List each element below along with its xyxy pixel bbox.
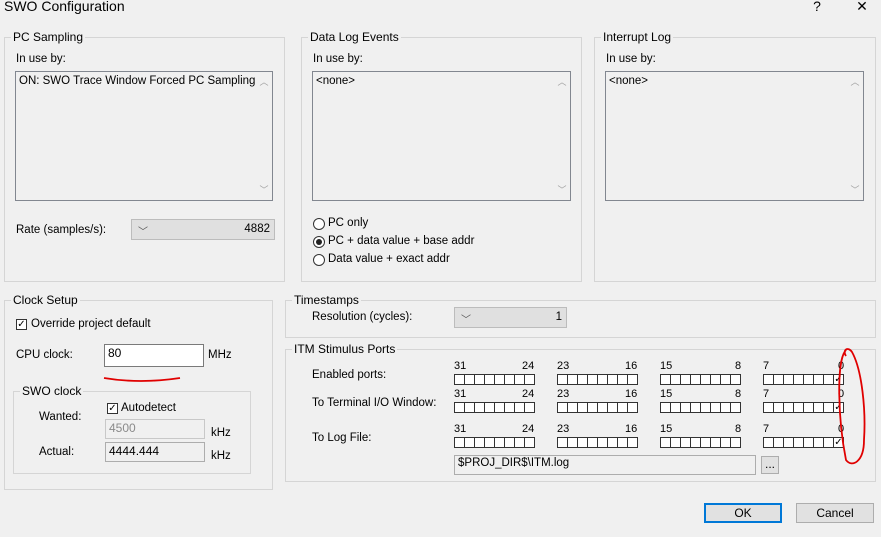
bit-number-label: 23 bbox=[557, 423, 570, 435]
resolution-combo[interactable]: ﹀ 1 bbox=[454, 307, 567, 328]
port-bit-checkbox[interactable] bbox=[730, 402, 741, 413]
bit-number-label: 8 bbox=[735, 388, 742, 400]
bit-number-label: 8 bbox=[735, 423, 742, 435]
autodetect-label: Autodetect bbox=[121, 402, 176, 414]
help-button[interactable]: ? bbox=[804, 0, 830, 14]
wanted-unit: kHz bbox=[211, 427, 231, 439]
bit-number-label: 31 bbox=[454, 423, 467, 435]
bit-number-label: 0 bbox=[838, 423, 845, 435]
data-log-inuse-label: In use by: bbox=[313, 53, 363, 65]
scroll-up-icon[interactable]: ︿ bbox=[850, 78, 860, 87]
bit-number-label: 24 bbox=[522, 423, 535, 435]
port-bit-checkbox[interactable] bbox=[524, 437, 535, 448]
resolution-value: 1 bbox=[555, 311, 562, 323]
pc-sampling-inuse-label: In use by: bbox=[16, 53, 66, 65]
port-bit-checkbox[interactable] bbox=[627, 437, 638, 448]
timestamps-legend: Timestamps bbox=[294, 293, 359, 307]
radio-pc-only[interactable] bbox=[313, 218, 325, 230]
bit-number-label: 16 bbox=[625, 423, 638, 435]
itm-row-label: To Log File: bbox=[312, 432, 372, 444]
data-log-inuse-value: <none> bbox=[316, 75, 356, 87]
port-bit-checkbox[interactable] bbox=[524, 374, 535, 385]
clock-setup-legend: Clock Setup bbox=[13, 293, 78, 307]
port-bit-checkbox[interactable]: ✓ bbox=[833, 437, 844, 448]
bit-number-label: 23 bbox=[557, 388, 570, 400]
resolution-label: Resolution (cycles): bbox=[312, 311, 413, 323]
interrupt-log-inuse-label: In use by: bbox=[606, 53, 656, 65]
override-label: Override project default bbox=[31, 318, 151, 330]
itm-row-label: To Terminal I/O Window: bbox=[312, 397, 437, 409]
radio-data-exact-label: Data value + exact addr bbox=[328, 253, 450, 265]
interrupt-log-inuse-list[interactable]: <none> ︿ ﹀ bbox=[605, 71, 864, 201]
ok-button[interactable]: OK bbox=[704, 503, 782, 523]
actual-label: Actual: bbox=[39, 446, 75, 458]
bit-number-label: 23 bbox=[557, 360, 570, 372]
radio-pc-data-base[interactable] bbox=[313, 236, 325, 248]
port-bit-checkbox[interactable] bbox=[627, 374, 638, 385]
bit-number-label: 8 bbox=[735, 360, 742, 372]
browse-button[interactable]: ... bbox=[761, 456, 779, 474]
port-bit-checkbox[interactable] bbox=[627, 402, 638, 413]
scrollbar[interactable]: ︿ ﹀ bbox=[256, 72, 272, 200]
cpu-clock-input[interactable]: 80 bbox=[104, 344, 204, 367]
close-button[interactable]: ✕ bbox=[849, 0, 875, 15]
scrollbar[interactable]: ︿ ﹀ bbox=[847, 72, 863, 200]
bit-number-label: 16 bbox=[625, 388, 638, 400]
scroll-down-icon[interactable]: ﹀ bbox=[259, 186, 269, 195]
scroll-up-icon[interactable]: ︿ bbox=[557, 78, 567, 87]
port-bit-checkbox[interactable] bbox=[730, 437, 741, 448]
itm-row-label: Enabled ports: bbox=[312, 369, 387, 381]
pc-sampling-inuse-list[interactable]: ON: SWO Trace Window Forced PC Sampling … bbox=[15, 71, 273, 201]
interrupt-log-inuse-value: <none> bbox=[609, 75, 649, 87]
port-bit-checkbox[interactable] bbox=[730, 374, 741, 385]
scrollbar[interactable]: ︿ ﹀ bbox=[554, 72, 570, 200]
scroll-down-icon[interactable]: ﹀ bbox=[850, 186, 860, 195]
bit-number-label: 7 bbox=[763, 360, 770, 372]
bit-number-label: 15 bbox=[660, 360, 673, 372]
autodetect-checkbox[interactable]: ✓ bbox=[107, 403, 118, 414]
pc-sampling-inuse-value: ON: SWO Trace Window Forced PC Sampling bbox=[19, 75, 256, 87]
bit-number-label: 15 bbox=[660, 423, 673, 435]
radio-pc-only-label: PC only bbox=[328, 217, 369, 229]
bit-number-label: 31 bbox=[454, 360, 467, 372]
cpu-clock-unit: MHz bbox=[208, 349, 232, 361]
port-bit-checkbox[interactable]: ✓ bbox=[833, 374, 844, 385]
port-bit-checkbox[interactable]: ✓ bbox=[833, 402, 844, 413]
chevron-down-icon: ﹀ bbox=[138, 227, 148, 238]
cancel-button[interactable]: Cancel bbox=[796, 503, 874, 523]
actual-value: 4444.444 bbox=[105, 442, 205, 462]
log-file-path[interactable]: $PROJ_DIR$\ITM.log bbox=[454, 455, 756, 475]
bit-number-label: 24 bbox=[522, 388, 535, 400]
rate-combo[interactable]: ﹀ 4882 bbox=[131, 219, 275, 240]
interrupt-log-legend: Interrupt Log bbox=[603, 30, 672, 44]
port-bit-checkbox[interactable] bbox=[524, 402, 535, 413]
rate-label: Rate (samples/s): bbox=[16, 224, 107, 236]
bit-number-label: 7 bbox=[763, 388, 770, 400]
override-checkbox[interactable]: ✓ bbox=[16, 319, 27, 330]
bit-number-label: 15 bbox=[660, 388, 673, 400]
scroll-down-icon[interactable]: ﹀ bbox=[557, 186, 567, 195]
radio-pc-data-base-label: PC + data value + base addr bbox=[328, 235, 475, 247]
window-title: SWO Configuration bbox=[4, 0, 125, 14]
bit-number-label: 0 bbox=[838, 388, 845, 400]
cpu-clock-label: CPU clock: bbox=[16, 349, 73, 361]
swo-clock-legend: SWO clock bbox=[22, 384, 82, 398]
data-log-legend: Data Log Events bbox=[310, 30, 399, 44]
bit-number-label: 0 bbox=[838, 360, 845, 372]
itm-legend: ITM Stimulus Ports bbox=[294, 342, 396, 356]
bit-number-label: 7 bbox=[763, 423, 770, 435]
wanted-input: 4500 bbox=[105, 419, 205, 439]
bit-number-label: 24 bbox=[522, 360, 535, 372]
chevron-down-icon: ﹀ bbox=[461, 315, 471, 326]
data-log-inuse-list[interactable]: <none> ︿ ﹀ bbox=[312, 71, 571, 201]
radio-data-exact[interactable] bbox=[313, 254, 325, 266]
actual-unit: kHz bbox=[211, 450, 231, 462]
pc-sampling-legend: PC Sampling bbox=[13, 30, 84, 44]
scroll-up-icon[interactable]: ︿ bbox=[259, 78, 269, 87]
wanted-label: Wanted: bbox=[39, 411, 82, 423]
rate-value: 4882 bbox=[244, 223, 270, 235]
bit-number-label: 31 bbox=[454, 388, 467, 400]
bit-number-label: 16 bbox=[625, 360, 638, 372]
